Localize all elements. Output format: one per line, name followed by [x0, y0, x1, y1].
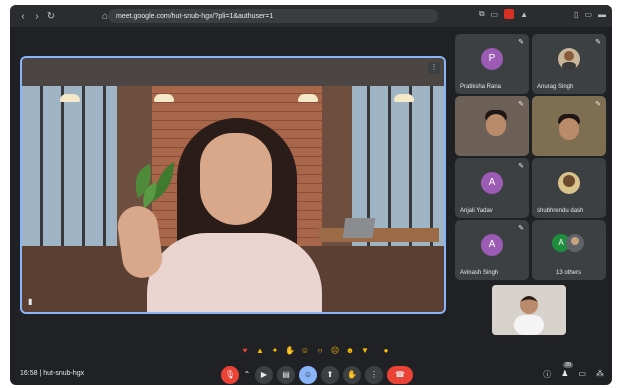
lamp	[394, 94, 414, 102]
mic-off-icon: ✎	[518, 101, 524, 108]
avatar	[566, 234, 584, 252]
control-buttons: 🎙 ⌃ ▶ ▤ ☺ ⬆ ✋ ⋮ ☎	[221, 366, 413, 384]
participant-name: Anjali Yadav	[460, 208, 493, 214]
battery-icon[interactable]: ▬	[598, 10, 606, 19]
background-window	[22, 86, 117, 246]
thumbs-up-icon[interactable]: ▲	[255, 346, 265, 356]
person-photo-icon	[563, 175, 575, 187]
sad-icon[interactable]: ☹	[330, 346, 340, 356]
mic-off-icon: ✎	[518, 39, 524, 46]
others-count: 13 others	[556, 270, 582, 276]
lamp	[298, 94, 318, 102]
avatar	[558, 172, 580, 194]
lamp	[154, 94, 174, 102]
participant-face	[486, 114, 506, 136]
table	[319, 228, 439, 242]
raise-hand-icon[interactable]: ●	[381, 346, 391, 356]
self-camera-feed	[492, 285, 566, 335]
avatar: A	[481, 234, 503, 256]
avatar	[558, 48, 580, 70]
party-icon[interactable]: ✦	[270, 346, 280, 356]
lamp	[60, 94, 80, 102]
chat-icon[interactable]: ▭	[578, 369, 586, 380]
mic-off-icon: ✎	[595, 39, 601, 46]
participant-name: shubhrendu dash	[537, 208, 584, 214]
browser-toolbar: ‹ › ↻ ⌂ meet.google.com/hut-snub-hgx/?pl…	[10, 5, 612, 27]
mic-off-button[interactable]: 🎙	[221, 366, 239, 384]
avatar: P	[481, 48, 503, 70]
heart-icon[interactable]: ♥	[240, 346, 250, 356]
warning-icon[interactable]: ▲	[520, 10, 528, 19]
browser-extensions: ⧉ ▭ ▲ ▯ ▭ ▬	[479, 9, 606, 19]
person-photo-icon	[571, 237, 579, 245]
participant-face	[559, 118, 579, 140]
camera-button[interactable]: ▶	[255, 366, 273, 384]
main-speaker-video[interactable]: ⋮ ▮	[20, 56, 446, 314]
others-tile[interactable]: A 13 others	[532, 220, 606, 280]
participant-tile[interactable]: ✎ A Anjali Yadav	[455, 158, 529, 218]
mic-off-icon: ✎	[518, 225, 524, 232]
info-icon[interactable]: ⓘ	[543, 369, 551, 380]
meeting-code: hut-snub-hgx	[43, 370, 85, 377]
participant-name: Anurag Singh	[537, 84, 574, 90]
reaction-bar: ♥ ▲ ✦ ✋ ☺ ○ ☹ ☻ ▼ ●	[240, 346, 391, 356]
separator: |	[39, 370, 42, 377]
person-photo-icon	[562, 51, 576, 70]
participant-tile[interactable]: shubhrendu dash	[532, 158, 606, 218]
ceiling	[22, 58, 444, 86]
emoji-button[interactable]: ☺	[299, 366, 317, 384]
back-icon[interactable]: ‹	[16, 11, 30, 22]
sidebar-icon[interactable]: ▯	[574, 10, 578, 19]
call-controls-bar: 16:58 | hut-snub-hgx 🎙 ⌃ ▶ ▤ ☺ ⬆ ✋ ⋮ ☎ ⓘ…	[10, 362, 612, 385]
forward-icon[interactable]: ›	[30, 11, 44, 22]
address-bar[interactable]: meet.google.com/hut-snub-hgx/?pli=1&auth…	[108, 9, 438, 23]
more-vert-icon[interactable]: ⋮	[428, 62, 440, 74]
participant-name: Pratiksha Rana	[460, 84, 502, 90]
participant-tile[interactable]: ✎ A Avinash Singh	[455, 220, 529, 280]
speaker-body	[147, 233, 322, 312]
meet-window: ‹ › ↻ ⌂ meet.google.com/hut-snub-hgx/?pl…	[10, 5, 612, 385]
mic-off-icon: ✎	[595, 101, 601, 108]
speaker-face	[200, 133, 272, 225]
surprised-icon[interactable]: ○	[315, 346, 325, 356]
video-icon[interactable]: ▭	[491, 10, 499, 19]
people-icon[interactable]: 20 ♟	[561, 362, 573, 380]
more-options-button[interactable]: ⌃	[243, 366, 251, 384]
tab-icon[interactable]: ▭	[584, 10, 592, 19]
thumbs-down-icon[interactable]: ▼	[360, 346, 370, 356]
avatar: A	[481, 172, 503, 194]
people-count-badge: 20	[563, 362, 573, 368]
participant-name: Avinash Singh	[460, 270, 499, 276]
participant-tile[interactable]: ✎	[455, 96, 529, 156]
participant-tile[interactable]: ✎ Anurag Singh	[532, 34, 606, 94]
participant-tile[interactable]: ✎ P Pratiksha Rana	[455, 34, 529, 94]
clap-icon[interactable]: ✋	[285, 346, 295, 356]
install-icon[interactable]: ⧉	[479, 9, 485, 19]
thinking-icon[interactable]: ☻	[345, 346, 355, 356]
recording-icon[interactable]	[504, 9, 515, 19]
mic-off-icon: ✎	[518, 163, 524, 170]
meeting-time: 16:58	[20, 370, 38, 377]
participant-tile[interactable]: ✎	[532, 96, 606, 156]
leave-call-button[interactable]: ☎	[387, 366, 413, 384]
more-vert-button[interactable]: ⋮	[365, 366, 383, 384]
meeting-info: 16:58 | hut-snub-hgx	[20, 370, 84, 377]
laptop	[342, 218, 376, 238]
laugh-icon[interactable]: ☺	[300, 346, 310, 356]
present-button[interactable]: ⬆	[321, 366, 339, 384]
raise-hand-button[interactable]: ✋	[343, 366, 361, 384]
reload-icon[interactable]: ↻	[44, 11, 58, 22]
url-text: meet.google.com/hut-snub-hgx/?pli=1&auth…	[116, 12, 274, 20]
self-view[interactable]	[492, 285, 566, 335]
activities-icon[interactable]: ⁂	[596, 369, 604, 380]
pin-icon[interactable]: ▮	[28, 297, 32, 306]
side-controls: ⓘ 20 ♟ ▭ ⁂	[543, 362, 604, 380]
captions-button[interactable]: ▤	[277, 366, 295, 384]
